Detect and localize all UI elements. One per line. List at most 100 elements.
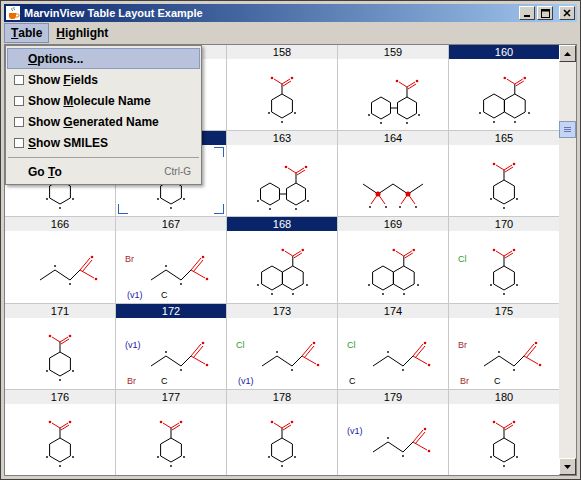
menu-checkbox[interactable] <box>14 75 24 85</box>
table-cell[interactable]: 169 <box>338 217 448 302</box>
menu-item[interactable]: Show Molecule Name <box>7 90 200 111</box>
scroll-track[interactable] <box>559 62 576 458</box>
close-icon <box>563 9 571 17</box>
menu-bar-item[interactable]: Highlight <box>49 23 115 43</box>
menu-item[interactable]: Show SMILES <box>7 132 200 153</box>
atom-label: (v1) <box>125 340 141 350</box>
focus-corner <box>214 204 224 214</box>
cell-header[interactable]: 171 <box>5 304 115 318</box>
window-title: MarvinView Table Layout Example <box>24 5 515 22</box>
focus-corner <box>214 147 224 157</box>
molecule-drawing: Br(v1)C <box>121 232 221 302</box>
cell-header[interactable]: 158 <box>227 45 337 59</box>
cell-header[interactable]: 165 <box>449 131 559 145</box>
table-cell[interactable]: 174 Cl C <box>338 304 448 389</box>
menu-item-label: Show Fields <box>28 71 191 89</box>
atom-label: Cl <box>347 340 356 350</box>
molecule-drawing <box>232 60 332 130</box>
table-cell[interactable]: 158 <box>227 45 337 130</box>
molecule-drawing <box>10 318 110 388</box>
scroll-thumb[interactable] <box>559 121 576 138</box>
molecule-drawing <box>343 146 443 216</box>
molecule-drawing: (v1) <box>343 404 443 474</box>
menu-item-label: Options... <box>28 50 191 68</box>
table-cell[interactable]: 163 <box>227 131 337 216</box>
menu-shortcut: Ctrl-G <box>164 164 191 179</box>
table-cell[interactable]: 177 <box>116 390 226 475</box>
table-cell[interactable]: 175BrBrC <box>449 304 559 389</box>
table-cell[interactable]: 178 <box>227 390 337 475</box>
scroll-down-button[interactable] <box>559 458 576 475</box>
atom-label: C <box>349 376 356 386</box>
carboxyl-group <box>493 162 516 179</box>
table-cell[interactable]: 166 <box>5 217 115 302</box>
atom-label: C <box>494 376 501 386</box>
menu-item[interactable]: Options... <box>7 48 200 69</box>
maximize-icon <box>541 9 550 18</box>
molecule-drawing: BrBrC <box>454 318 554 388</box>
menu-item[interactable]: Show Fields <box>7 69 200 90</box>
table-cell[interactable]: 160 <box>449 45 559 130</box>
molecule-drawing <box>232 232 332 302</box>
molecule-drawing <box>121 404 221 474</box>
carboxyl-group <box>493 249 516 266</box>
cell-header[interactable]: 179 <box>338 390 448 404</box>
scrollbar[interactable] <box>559 45 576 475</box>
table-cell[interactable]: 170Cl <box>449 217 559 302</box>
carboxyl-group <box>285 165 308 182</box>
cell-header[interactable]: 177 <box>116 390 226 404</box>
cell-header[interactable]: 174 <box>338 304 448 318</box>
menu-bar-item[interactable]: Table <box>4 23 49 43</box>
molecule-drawing <box>454 404 554 474</box>
menu-item[interactable]: Show Generated Name <box>7 111 200 132</box>
cell-header[interactable]: 172 <box>116 304 226 318</box>
menu-checkbox[interactable] <box>14 117 24 127</box>
table-cell[interactable]: 179(v1) <box>338 390 448 475</box>
cell-header[interactable]: 170 <box>449 217 559 231</box>
menu-separator <box>6 153 201 161</box>
carboxyl-group <box>271 76 294 93</box>
cell-header[interactable]: 164 <box>338 131 448 145</box>
atom-label: C <box>161 376 168 386</box>
table-cell[interactable]: 167Br(v1)C <box>116 217 226 302</box>
table-cell[interactable]: 180 <box>449 390 559 475</box>
cell-header[interactable]: 173 <box>227 304 337 318</box>
carboxyl-group <box>49 335 72 352</box>
atom-label: (v1) <box>127 290 143 300</box>
carboxyl-group <box>271 421 294 438</box>
cell-header[interactable]: 169 <box>338 217 448 231</box>
carboxyl-group <box>160 421 183 438</box>
table-cell[interactable]: 173Cl(v1) <box>227 304 337 389</box>
table-cell[interactable]: 176 <box>5 390 115 475</box>
molecule-drawing: (v1)BrC <box>121 318 221 388</box>
cell-header[interactable]: 176 <box>5 390 115 404</box>
menu-checkbox[interactable] <box>14 138 24 148</box>
maximize-button[interactable] <box>537 6 553 20</box>
molecule-drawing <box>10 232 110 302</box>
table-cell[interactable]: 164 <box>338 131 448 216</box>
molecule-drawing <box>454 146 554 216</box>
close-button[interactable] <box>559 6 575 20</box>
cell-header[interactable]: 167 <box>116 217 226 231</box>
title-bar[interactable]: MarvinView Table Layout Example <box>4 4 577 22</box>
cell-header[interactable]: 180 <box>449 390 559 404</box>
cell-header[interactable]: 166 <box>5 217 115 231</box>
cell-header[interactable]: 178 <box>227 390 337 404</box>
menu-checkbox[interactable] <box>14 96 24 106</box>
table-cell[interactable]: 171 <box>5 304 115 389</box>
table-cell[interactable]: 168 <box>227 217 337 302</box>
molecule-drawing <box>232 404 332 474</box>
menu-item-label: Show Molecule Name <box>28 92 191 110</box>
cell-header[interactable]: 159 <box>338 45 448 59</box>
cell-header[interactable]: 168 <box>227 217 337 231</box>
cell-header[interactable]: 175 <box>449 304 559 318</box>
cell-header[interactable]: 160 <box>449 45 559 59</box>
table-cell[interactable]: 159 <box>338 45 448 130</box>
menu-item[interactable]: Go ToCtrl-G <box>7 161 200 182</box>
minimize-button[interactable] <box>519 6 535 20</box>
scroll-up-button[interactable] <box>559 45 576 62</box>
table-cell[interactable]: 165 <box>449 131 559 216</box>
cell-header[interactable]: 163 <box>227 131 337 145</box>
table-cell[interactable]: 172(v1)BrC <box>116 304 226 389</box>
carboxyl-group <box>493 421 516 438</box>
